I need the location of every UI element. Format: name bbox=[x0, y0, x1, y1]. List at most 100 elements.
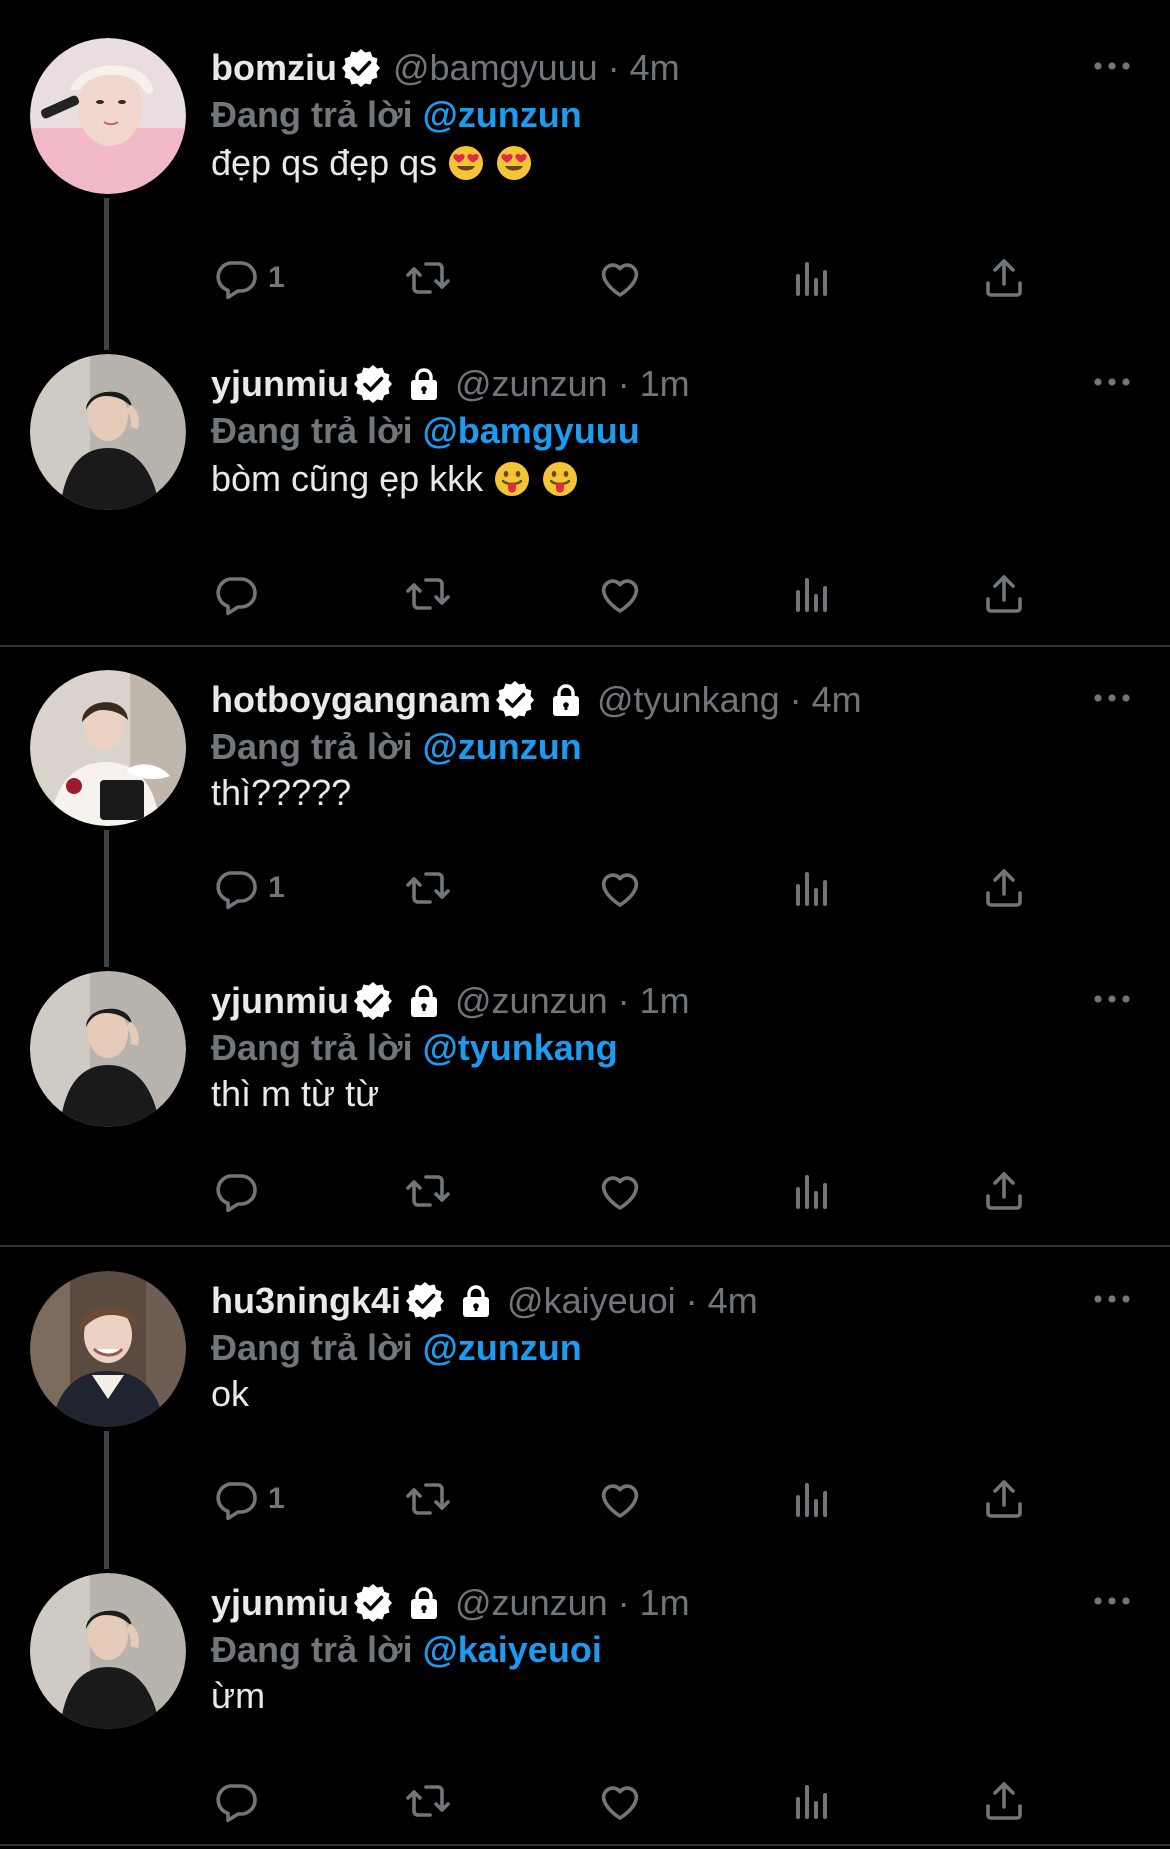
share-button[interactable] bbox=[980, 1773, 1028, 1829]
like-button[interactable] bbox=[596, 1471, 644, 1527]
share-button[interactable] bbox=[980, 1163, 1028, 1219]
reply-button[interactable] bbox=[212, 566, 260, 622]
retweet-button[interactable] bbox=[404, 1773, 452, 1829]
avatar[interactable] bbox=[30, 670, 186, 826]
timestamp[interactable]: 1m bbox=[640, 1582, 690, 1624]
retweet-icon bbox=[404, 570, 452, 618]
retweet-button[interactable] bbox=[404, 1163, 452, 1219]
tweet[interactable]: hotboygangnam @tyunkang · 4m Đang trả lời @z… bbox=[0, 632, 1170, 967]
timestamp[interactable]: 4m bbox=[812, 679, 862, 721]
display-name[interactable]: yjunmiu bbox=[211, 1582, 349, 1624]
views-icon bbox=[788, 1777, 836, 1825]
like-button[interactable] bbox=[596, 1163, 644, 1219]
avatar[interactable] bbox=[30, 1271, 186, 1427]
reply-button[interactable]: 1 bbox=[212, 1471, 285, 1527]
reply-mention-link[interactable]: @zunzun bbox=[423, 1327, 582, 1368]
reply-icon bbox=[212, 570, 260, 618]
display-name[interactable]: yjunmiu bbox=[211, 363, 349, 405]
reply-mention-link[interactable]: @bamgyuuu bbox=[423, 410, 640, 451]
share-button[interactable] bbox=[980, 250, 1028, 306]
handle[interactable]: @zunzun bbox=[455, 1582, 608, 1624]
more-icon[interactable] bbox=[1092, 1289, 1132, 1309]
replying-to-line: Đang trả lời @zunzun bbox=[211, 94, 582, 136]
tweet-text: ok bbox=[211, 1373, 249, 1415]
avatar[interactable] bbox=[30, 38, 186, 194]
timestamp[interactable]: 4m bbox=[630, 47, 680, 89]
share-button[interactable] bbox=[980, 860, 1028, 916]
views-button[interactable] bbox=[788, 1471, 836, 1527]
conversation-divider bbox=[0, 1844, 1170, 1846]
views-icon bbox=[788, 1167, 836, 1215]
like-icon bbox=[596, 1475, 644, 1523]
share-icon bbox=[980, 864, 1028, 912]
more-icon[interactable] bbox=[1092, 1591, 1132, 1611]
retweet-icon bbox=[404, 864, 452, 912]
tweet[interactable]: yjunmiu @zunzun · 1m Đang trả lời @tyunkang t… bbox=[0, 933, 1170, 1247]
views-button[interactable] bbox=[788, 566, 836, 622]
like-button[interactable] bbox=[596, 566, 644, 622]
reply-button[interactable]: 1 bbox=[212, 860, 285, 916]
display-name[interactable]: bomziu bbox=[211, 47, 337, 89]
timestamp[interactable]: 1m bbox=[640, 363, 690, 405]
like-icon bbox=[596, 254, 644, 302]
handle[interactable]: @bamgyuuu bbox=[393, 47, 598, 89]
more-icon[interactable] bbox=[1092, 989, 1132, 1009]
reply-mention-link[interactable]: @zunzun bbox=[423, 94, 582, 135]
views-button[interactable] bbox=[788, 860, 836, 916]
share-button[interactable] bbox=[980, 566, 1028, 622]
views-button[interactable] bbox=[788, 250, 836, 306]
replying-to-label: Đang trả lời bbox=[211, 94, 413, 135]
display-name[interactable]: yjunmiu bbox=[211, 980, 349, 1022]
lock-icon bbox=[457, 1282, 495, 1320]
views-button[interactable] bbox=[788, 1773, 836, 1829]
replying-to-label: Đang trả lời bbox=[211, 410, 413, 451]
avatar[interactable] bbox=[30, 971, 186, 1127]
tweet-header: hotboygangnam @tyunkang · 4m bbox=[211, 678, 862, 722]
tweet-actions bbox=[0, 1773, 1170, 1829]
tweet-text: ừm bbox=[211, 1675, 265, 1717]
avatar[interactable] bbox=[30, 1573, 186, 1729]
timestamp[interactable]: 4m bbox=[708, 1280, 758, 1322]
tweet-header: hu3ningk4i @kaiyeuoi · 4m bbox=[211, 1279, 758, 1323]
reply-button[interactable]: 1 bbox=[212, 250, 285, 306]
handle[interactable]: @zunzun bbox=[455, 363, 608, 405]
tweet[interactable]: yjunmiu @zunzun · 1m Đang trả lời @kaiyeuoi ừ… bbox=[0, 1535, 1170, 1849]
retweet-button[interactable] bbox=[404, 860, 452, 916]
retweet-button[interactable] bbox=[404, 250, 452, 306]
handle[interactable]: @tyunkang bbox=[597, 679, 780, 721]
retweet-button[interactable] bbox=[404, 566, 452, 622]
reply-mention-link[interactable]: @zunzun bbox=[423, 726, 582, 767]
reply-icon bbox=[212, 1777, 260, 1825]
share-button[interactable] bbox=[980, 1471, 1028, 1527]
verified-badge-icon bbox=[353, 981, 393, 1021]
tweet-text: bòm cũng ẹp kkk bbox=[211, 458, 579, 500]
share-icon bbox=[980, 254, 1028, 302]
more-icon[interactable] bbox=[1092, 372, 1132, 392]
display-name[interactable]: hu3ningk4i bbox=[211, 1280, 401, 1322]
reply-button[interactable] bbox=[212, 1163, 260, 1219]
timestamp[interactable]: 1m bbox=[640, 980, 690, 1022]
avatar[interactable] bbox=[30, 354, 186, 510]
tweet-actions: 1 bbox=[0, 1471, 1170, 1527]
like-button[interactable] bbox=[596, 250, 644, 306]
retweet-button[interactable] bbox=[404, 1471, 452, 1527]
tweet[interactable]: yjunmiu @zunzun · 1m Đang trả lời @bamgyuuu b… bbox=[0, 316, 1170, 630]
display-name[interactable]: hotboygangnam bbox=[211, 679, 491, 721]
reply-mention-link[interactable]: @kaiyeuoi bbox=[423, 1629, 602, 1670]
tweet-text-content: thì????? bbox=[211, 772, 352, 813]
like-icon bbox=[596, 570, 644, 618]
like-button[interactable] bbox=[596, 1773, 644, 1829]
reply-icon bbox=[212, 254, 260, 302]
reply-button[interactable] bbox=[212, 1773, 260, 1829]
handle[interactable]: @zunzun bbox=[455, 980, 608, 1022]
lock-icon bbox=[405, 982, 443, 1020]
tweet[interactable]: bomziu @bamgyuuu · 4m Đang trả lời @zunzun đẹ… bbox=[0, 0, 1170, 350]
retweet-icon bbox=[404, 254, 452, 302]
handle[interactable]: @kaiyeuoi bbox=[507, 1280, 676, 1322]
like-button[interactable] bbox=[596, 860, 644, 916]
more-icon[interactable] bbox=[1092, 56, 1132, 76]
more-icon[interactable] bbox=[1092, 688, 1132, 708]
reply-mention-link[interactable]: @tyunkang bbox=[423, 1027, 618, 1068]
tweet[interactable]: hu3ningk4i @kaiyeuoi · 4m Đang trả lời @zunz… bbox=[0, 1233, 1170, 1569]
views-button[interactable] bbox=[788, 1163, 836, 1219]
